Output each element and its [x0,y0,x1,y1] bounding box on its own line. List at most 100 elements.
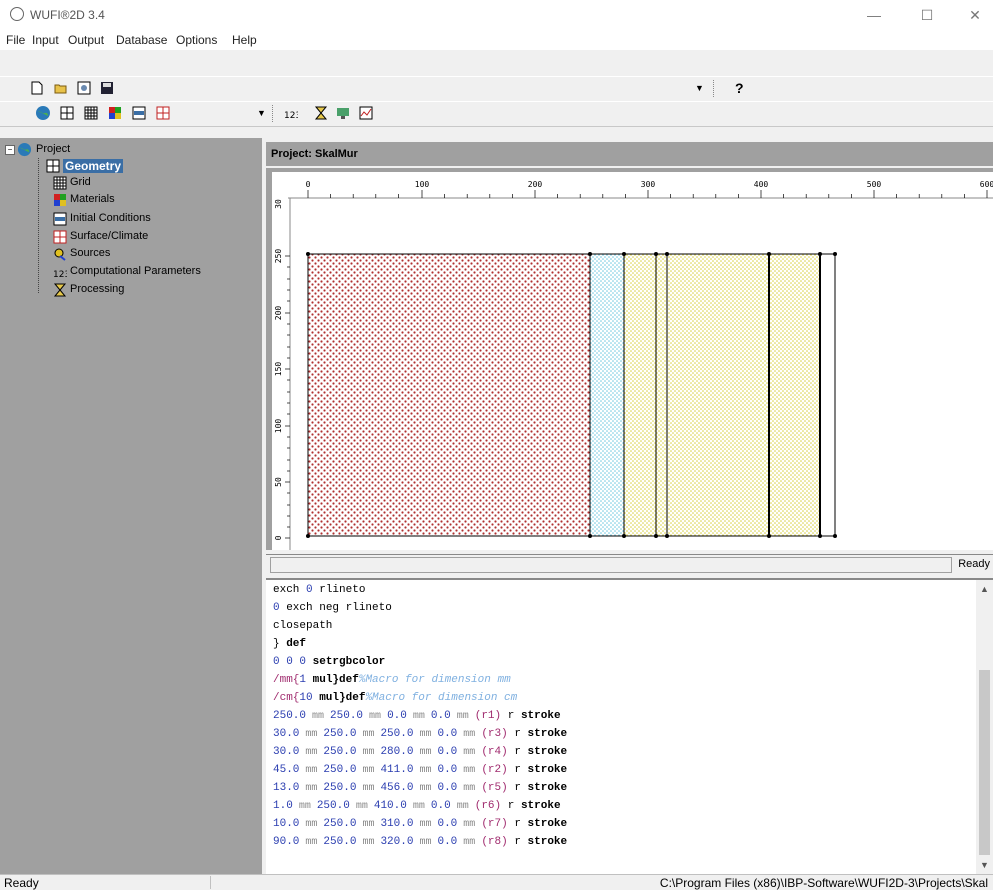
code-token: (r3) [481,728,508,740]
title-bar: WUFI®2D 3.4 — ☐ ✕ [0,0,993,30]
code-token: closepath [273,620,333,632]
status-ready: Ready [4,876,39,890]
code-token: 411.0 [380,764,414,776]
scroll-up-icon[interactable]: ▲ [980,584,989,594]
editor-scrollbar[interactable]: ▲ ▼ [976,580,993,874]
code-token: mm [356,765,381,776]
code-token: 10 [299,692,313,704]
scroll-thumb[interactable] [979,670,990,855]
code-token: mm [299,765,324,776]
collapse-icon[interactable]: − [5,145,15,155]
code-token: mm [299,729,324,740]
menu-options[interactable]: Options [176,33,217,47]
tree-item-label: Surface/Climate [70,230,149,242]
layer-r7[interactable] [655,253,668,537]
y-tick-label: 150 [274,362,283,377]
canvas-status-text: Ready [958,558,990,570]
top-ruler: 0 100 200 300 400 500 600 [288,180,993,199]
code-token: (r4) [481,746,508,758]
postscript-editor[interactable]: exch 0 rlineto 0 exch neg rlineto closepat… [266,578,993,876]
app-logo-icon [10,7,24,21]
code-line: /cm{10 mul}def%Macro for dimension cm [273,692,517,708]
layer-r4[interactable] [623,253,657,537]
code-token: (r6) [474,800,502,812]
code-token: mm [356,747,381,758]
code-line: } def [273,638,306,654]
toolbar-dropdown-arrow[interactable]: ▼ [695,83,704,93]
x-tick-label: 0 [306,180,311,189]
materials-icon[interactable] [108,106,122,120]
code-token: mm [299,837,324,848]
menu-input[interactable]: Input [32,33,59,47]
code-token: 0 0 0 [273,656,307,668]
code-token: mm [356,783,381,794]
initial-conditions-icon[interactable] [132,106,146,120]
window-title: WUFI®2D 3.4 [30,8,105,22]
code-token: %Macro for dimension cm [365,692,518,704]
menu-file[interactable]: File [6,33,25,47]
layer-r5[interactable] [819,253,836,537]
code-token: 310.0 [380,818,414,830]
grid-icon[interactable] [84,106,98,120]
toolbar2-dropdown-arrow[interactable]: ▼ [257,108,266,118]
menu-database[interactable]: Database [116,33,167,47]
code-token: mm [457,729,482,740]
project-info-icon[interactable] [77,81,91,95]
code-token: 250.0 [323,764,357,776]
wall-layers[interactable] [307,253,836,537]
geometry-icon[interactable] [60,106,74,120]
y-tick-label: 200 [274,306,283,321]
run-calculation-icon[interactable] [336,106,350,120]
code-line: /mm{1 mul}def%Macro for dimension mm [273,674,511,690]
project-globe-icon[interactable] [35,105,51,121]
results-graph-icon[interactable] [359,106,373,120]
scroll-down-icon[interactable]: ▼ [980,860,989,870]
toolbar2-separator [272,105,274,122]
initial-conditions-icon [53,212,67,226]
layer-r2[interactable] [768,253,821,537]
code-token: mm [413,837,438,848]
canvas-background: 0 100 200 300 400 500 600 30 250 200 150… [272,172,993,550]
menu-bar: File Input Output Database Options Help [0,30,993,50]
geometry-canvas[interactable]: 0 100 200 300 400 500 600 30 250 200 150… [266,168,993,550]
computational-parameters-icon[interactable]: 123 [284,106,298,120]
maximize-button[interactable]: ☐ [907,4,947,26]
code-line: 90.0 mm 250.0 mm 320.0 mm 0.0 mm (r8) r … [273,836,567,852]
layer-r8[interactable] [666,253,770,537]
hourglass-icon[interactable] [314,106,328,120]
x-tick-label: 400 [754,180,769,189]
code-token: 250.0 [323,746,357,758]
surface-climate-icon[interactable] [156,106,170,120]
help-button[interactable]: ? [735,80,744,96]
code-token: /mm{ [273,674,300,686]
code-token: mm [450,711,475,722]
close-button[interactable]: ✕ [955,4,993,26]
code-token: mm [406,801,431,812]
geometry-drawing[interactable]: 0 100 200 300 400 500 600 30 250 200 150… [272,172,993,550]
code-token: r [507,782,528,794]
code-token: 1.0 [273,800,293,812]
code-token: 320.0 [380,836,414,848]
code-token: rlineto [312,584,366,596]
save-icon[interactable] [100,81,114,95]
x-tick-label: 500 [867,180,882,189]
code-token: 280.0 [380,746,414,758]
open-folder-icon[interactable] [54,81,68,95]
code-token: mm [457,837,482,848]
code-token: stroke [527,746,568,758]
code-token: 0.0 [437,836,458,848]
code-token: 250.0 [323,782,357,794]
code-line: 30.0 mm 250.0 mm 280.0 mm 0.0 mm (r4) r … [273,746,567,762]
menu-help[interactable]: Help [232,33,257,47]
new-file-icon[interactable] [30,81,44,95]
tree-item-label: Materials [70,193,115,205]
minimize-button[interactable]: — [854,4,894,26]
menu-output[interactable]: Output [68,33,104,47]
code-token: stroke [527,836,568,848]
code-line: 45.0 mm 250.0 mm 411.0 mm 0.0 mm (r2) r … [273,764,567,780]
layer-r1-brick[interactable] [307,253,591,537]
layer-r3[interactable] [589,253,625,537]
code-token: mm [363,711,388,722]
computational-parameters-icon: 123 [53,270,67,279]
sources-icon [54,248,66,261]
